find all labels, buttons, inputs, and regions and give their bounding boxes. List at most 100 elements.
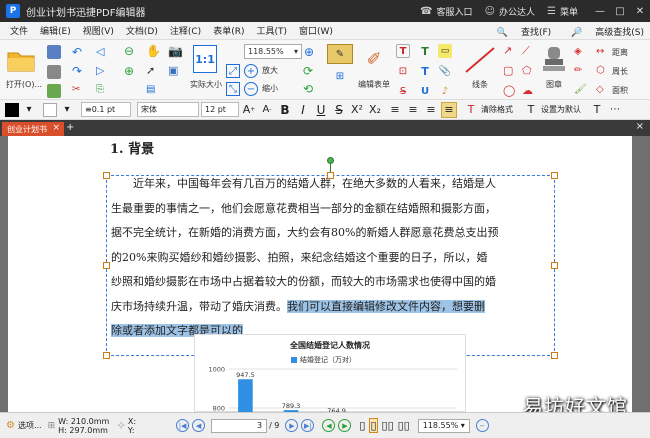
resize-handle-ne[interactable]: [551, 172, 558, 179]
rotate-icon[interactable]: ⟳: [303, 64, 313, 78]
add-text-icon[interactable]: ⊞: [330, 67, 350, 85]
email-icon[interactable]: [47, 84, 61, 98]
menu-edit[interactable]: 编辑(E): [40, 24, 71, 37]
snapshot-icon[interactable]: ▣: [168, 64, 178, 77]
tab-close-icon[interactable]: ×: [52, 123, 60, 133]
menu-comment[interactable]: 注释(C): [170, 24, 201, 37]
edit-content-icon[interactable]: ✎: [327, 44, 353, 64]
copy-icon[interactable]: ⎘: [96, 84, 104, 95]
stamp-button[interactable]: 图章: [540, 78, 568, 90]
folder-icon[interactable]: [4, 44, 38, 76]
strikeout-icon[interactable]: S̶: [396, 84, 410, 98]
sound-icon[interactable]: ♪: [438, 84, 452, 98]
rotate-back-icon[interactable]: ⟲: [303, 82, 313, 96]
edit-text-icon[interactable]: ▤: [146, 84, 155, 95]
stroke-width-select[interactable]: ≡ 0.1 pt: [81, 102, 131, 117]
resize-handle-e[interactable]: [551, 262, 558, 269]
zoom-out-icon[interactable]: −: [244, 82, 258, 96]
menu-file[interactable]: 文件: [10, 24, 28, 37]
distance-icon[interactable]: ↔: [596, 46, 604, 57]
minimize-button[interactable]: —: [590, 6, 610, 17]
fit-width-icon[interactable]: ⤡: [226, 82, 240, 96]
resize-handle-sw[interactable]: [103, 352, 110, 359]
align-right-icon[interactable]: ≡: [423, 102, 439, 118]
rectangle-icon[interactable]: ▢: [503, 64, 513, 77]
callout-icon[interactable]: ⊡: [396, 64, 410, 78]
actual-size-button[interactable]: 实际大小: [188, 78, 224, 90]
align-center-icon[interactable]: ≡: [405, 102, 421, 118]
strikethrough-icon[interactable]: S: [331, 102, 347, 118]
note-icon[interactable]: ▭: [438, 44, 452, 58]
polyline-icon[interactable]: ⟋: [522, 44, 530, 58]
zoom-out-status-button[interactable]: −: [475, 419, 489, 432]
next-page-button[interactable]: ▶: [285, 419, 299, 432]
maximize-button[interactable]: □: [610, 6, 630, 17]
options-button[interactable]: 选项...: [18, 420, 42, 431]
typewriter-icon[interactable]: T: [418, 44, 432, 58]
zoom-in-icon[interactable]: +: [244, 64, 258, 78]
close-document-icon[interactable]: ×: [636, 121, 644, 132]
clear-format-icon[interactable]: T: [463, 102, 479, 118]
find-button[interactable]: 🔍 查找(F): [487, 25, 551, 38]
cut-icon[interactable]: ✂: [72, 84, 80, 95]
save-icon[interactable]: [47, 45, 61, 59]
line-icon[interactable]: [460, 44, 500, 76]
tab-document[interactable]: 创业计划书 ×: [2, 122, 64, 136]
line-button[interactable]: 线条: [463, 78, 497, 90]
select-icon[interactable]: ➚: [146, 64, 155, 77]
back-icon[interactable]: ⊖: [124, 44, 134, 58]
hand-icon[interactable]: ✋: [146, 44, 161, 58]
resize-handle-se[interactable]: [551, 352, 558, 359]
stroke-color-swatch[interactable]: [43, 102, 57, 117]
area-button[interactable]: 面积: [612, 85, 628, 96]
distance-button[interactable]: 距离: [612, 47, 628, 58]
italic-icon[interactable]: I: [295, 102, 311, 118]
main-menu[interactable]: ☰ 菜单: [547, 5, 578, 18]
continuous-facing-icon[interactable]: ▯▯: [398, 419, 410, 432]
facing-page-icon[interactable]: ▯▯: [382, 419, 394, 432]
resize-handle-nw[interactable]: [103, 172, 110, 179]
font-size-select[interactable]: 12 pt: [201, 102, 239, 117]
underline-icon[interactable]: U: [418, 84, 432, 98]
perimeter-button[interactable]: 周长: [612, 66, 628, 77]
forward-icon[interactable]: ⊕: [124, 64, 134, 78]
camera-icon[interactable]: 📷: [168, 44, 183, 58]
menu-document[interactable]: 文档(D): [126, 24, 158, 37]
clear-format-button[interactable]: 清除格式: [481, 104, 513, 115]
support-entry[interactable]: ☎ 客服入口: [420, 5, 472, 18]
brush-icon[interactable]: 🖌: [574, 84, 587, 95]
polygon-icon[interactable]: ⬠: [522, 64, 532, 77]
bold-icon[interactable]: B: [277, 102, 293, 118]
set-default-icon[interactable]: T: [523, 102, 539, 118]
zoom-out-button[interactable]: 缩小: [262, 83, 278, 94]
ellipse-icon[interactable]: ◯: [503, 84, 515, 97]
selection-box[interactable]: [106, 175, 555, 356]
next-view-icon[interactable]: ▷: [96, 64, 104, 77]
undo-icon[interactable]: ↶: [72, 45, 82, 59]
attach-icon[interactable]: 📎: [438, 64, 452, 78]
font-select[interactable]: 宋体: [137, 102, 199, 117]
arrow-icon[interactable]: ↗: [503, 44, 512, 57]
redo-icon[interactable]: ↷: [72, 64, 82, 78]
first-page-button[interactable]: |◀: [176, 419, 190, 432]
last-page-button[interactable]: ▶|: [301, 419, 315, 432]
zoom-in-round-icon[interactable]: ⊕: [304, 45, 314, 59]
chevron-down-icon[interactable]: ▾: [59, 102, 75, 118]
print-icon[interactable]: [47, 65, 61, 79]
eraser-icon[interactable]: ◈: [574, 46, 582, 57]
set-default-button[interactable]: 设置为默认: [541, 104, 581, 115]
fit-page-icon[interactable]: ⤢: [226, 64, 240, 78]
highlight-text-icon[interactable]: T: [418, 64, 432, 78]
zoom-select[interactable]: 118.55% ▾: [244, 44, 302, 59]
page-input[interactable]: 3: [211, 418, 268, 433]
pencil-icon[interactable]: ✏: [574, 65, 582, 76]
edit-form-button[interactable]: 编辑表单: [354, 78, 394, 90]
single-page-icon[interactable]: ▯: [359, 419, 365, 432]
form-edit-icon[interactable]: ✐: [361, 45, 387, 73]
stamp-icon[interactable]: [540, 43, 568, 75]
actual-size-icon[interactable]: 1:1: [193, 45, 217, 73]
text-box-icon[interactable]: T: [396, 44, 410, 58]
resize-handle-n[interactable]: [327, 172, 334, 179]
continuous-page-icon[interactable]: ▯: [369, 418, 378, 433]
zoom-level-select[interactable]: 118.55% ▾: [417, 418, 470, 433]
